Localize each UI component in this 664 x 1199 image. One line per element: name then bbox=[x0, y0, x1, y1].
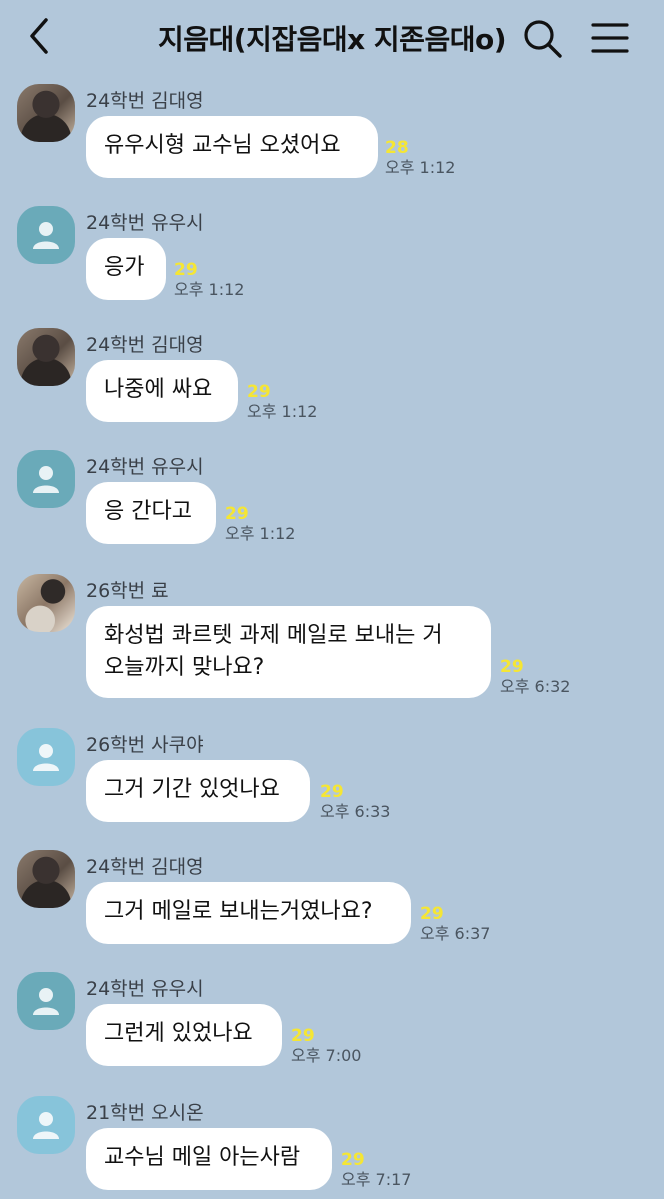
message-text: 유우시형 교수님 오셨어요 bbox=[104, 133, 341, 158]
unread-count: 29 bbox=[291, 1026, 315, 1046]
message-item: 24학번 유우시 응 간다고 29 오후 1:12 bbox=[0, 442, 664, 566]
message-meta: 29 오후 1:12 bbox=[225, 504, 295, 544]
profile-avatar[interactable] bbox=[17, 206, 75, 264]
unread-count: 29 bbox=[320, 782, 344, 802]
default-profile-icon bbox=[33, 466, 59, 493]
sender-name: 24학번 유우시 bbox=[86, 456, 204, 478]
unread-count: 29 bbox=[247, 382, 271, 402]
profile-avatar[interactable] bbox=[17, 328, 75, 386]
message-text: 교수님 메일 아는사람 bbox=[104, 1145, 301, 1170]
message-time: 오후 7:17 bbox=[341, 1170, 412, 1189]
sender-name: 26학번 사쿠야 bbox=[86, 734, 204, 756]
message-meta: 29 오후 7:00 bbox=[291, 1026, 361, 1066]
message-text: 응가 bbox=[104, 255, 145, 280]
message-item: 24학번 김대영 나중에 싸요 29 오후 1:12 bbox=[0, 320, 664, 442]
message-time: 오후 6:37 bbox=[420, 924, 491, 943]
sender-name: 24학번 유우시 bbox=[86, 978, 204, 1000]
message-bubble[interactable]: 응 간다고 bbox=[86, 482, 216, 544]
profile-avatar[interactable] bbox=[17, 574, 75, 632]
sender-name: 24학번 김대영 bbox=[86, 90, 204, 112]
sender-name: 26학번 료 bbox=[86, 580, 169, 602]
message-item: 24학번 김대영 유우시형 교수님 오셨어요 28 오후 1:12 bbox=[0, 76, 664, 198]
message-bubble[interactable]: 나중에 싸요 bbox=[86, 360, 238, 422]
message-bubble[interactable]: 유우시형 교수님 오셨어요 bbox=[86, 116, 378, 178]
message-meta: 29 오후 1:12 bbox=[247, 382, 317, 422]
unread-count: 28 bbox=[385, 138, 409, 158]
unread-count: 29 bbox=[225, 504, 249, 524]
default-profile-icon bbox=[33, 988, 59, 1015]
default-profile-icon bbox=[33, 744, 59, 771]
message-text-line: 오늘까지 맞나요? bbox=[104, 655, 265, 680]
message-bubble[interactable]: 그런게 있었나요 bbox=[86, 1004, 282, 1066]
chat-header: 지음대(지잡음대x 지존음대o) bbox=[0, 0, 664, 76]
message-meta: 29 오후 1:12 bbox=[174, 260, 244, 300]
message-time: 오후 6:33 bbox=[320, 802, 391, 821]
unread-count: 29 bbox=[420, 904, 444, 924]
menu-button[interactable] bbox=[590, 20, 630, 56]
message-item: 24학번 유우시 그런게 있었나요 29 오후 7:00 bbox=[0, 964, 664, 1088]
message-time: 오후 7:00 bbox=[291, 1046, 362, 1065]
profile-avatar[interactable] bbox=[17, 728, 75, 786]
unread-count: 29 bbox=[500, 657, 524, 677]
sender-name: 24학번 김대영 bbox=[86, 334, 204, 356]
back-button[interactable] bbox=[22, 16, 58, 56]
message-bubble[interactable]: 화성법 콰르텟 과제 메일로 보내는 거 오늘까지 맞나요? bbox=[86, 606, 491, 698]
message-bubble[interactable]: 교수님 메일 아는사람 bbox=[86, 1128, 332, 1190]
sender-name: 21학번 오시온 bbox=[86, 1102, 204, 1124]
profile-avatar[interactable] bbox=[17, 972, 75, 1030]
message-bubble[interactable]: 응가 bbox=[86, 238, 166, 300]
message-time: 오후 1:12 bbox=[174, 280, 245, 299]
message-text-line: 화성법 콰르텟 과제 메일로 보내는 거 bbox=[104, 623, 443, 648]
chevron-left-icon bbox=[30, 18, 48, 54]
default-profile-icon bbox=[33, 222, 59, 249]
message-item: 24학번 김대영 그거 메일로 보내는거였나요? 29 오후 6:37 bbox=[0, 842, 664, 964]
message-bubble[interactable]: 그거 기간 있엇나요 bbox=[86, 760, 310, 822]
hamburger-menu-icon bbox=[591, 23, 629, 53]
profile-avatar[interactable] bbox=[17, 84, 75, 142]
message-list[interactable]: 24학번 김대영 유우시형 교수님 오셨어요 28 오후 1:12 24학번 유… bbox=[0, 76, 664, 1199]
unread-count: 29 bbox=[341, 1150, 365, 1170]
message-text: 그거 메일로 보내는거였나요? bbox=[104, 899, 373, 924]
default-profile-icon bbox=[33, 1112, 59, 1139]
message-text: 나중에 싸요 bbox=[104, 377, 213, 402]
message-item: 26학번 료 화성법 콰르텟 과제 메일로 보내는 거 오늘까지 맞나요? 29… bbox=[0, 566, 664, 720]
search-button[interactable] bbox=[522, 18, 564, 60]
profile-avatar[interactable] bbox=[17, 850, 75, 908]
chat-room-title: 지음대(지잡음대x 지존음대o) bbox=[158, 23, 507, 56]
message-time: 오후 1:12 bbox=[385, 158, 456, 177]
message-text: 응 간다고 bbox=[104, 499, 192, 524]
profile-avatar[interactable] bbox=[17, 1096, 75, 1154]
unread-count: 29 bbox=[174, 260, 198, 280]
message-meta: 29 오후 6:32 bbox=[500, 657, 570, 697]
message-meta: 29 오후 6:33 bbox=[320, 782, 390, 822]
message-meta: 28 오후 1:12 bbox=[385, 138, 455, 178]
message-meta: 29 오후 6:37 bbox=[420, 904, 490, 944]
message-time: 오후 1:12 bbox=[247, 402, 318, 421]
profile-avatar[interactable] bbox=[17, 450, 75, 508]
message-item: 21학번 오시온 교수님 메일 아는사람 29 오후 7:17 bbox=[0, 1088, 664, 1199]
message-item: 26학번 사쿠야 그거 기간 있엇나요 29 오후 6:33 bbox=[0, 720, 664, 842]
message-text: 그거 기간 있엇나요 bbox=[104, 777, 280, 802]
message-time: 오후 1:12 bbox=[225, 524, 296, 543]
message-bubble[interactable]: 그거 메일로 보내는거였나요? bbox=[86, 882, 411, 944]
message-meta: 29 오후 7:17 bbox=[341, 1150, 411, 1190]
search-icon bbox=[524, 20, 562, 58]
message-item: 24학번 유우시 응가 29 오후 1:12 bbox=[0, 198, 664, 320]
sender-name: 24학번 유우시 bbox=[86, 212, 204, 234]
sender-name: 24학번 김대영 bbox=[86, 856, 204, 878]
message-text: 그런게 있었나요 bbox=[104, 1021, 253, 1046]
message-time: 오후 6:32 bbox=[500, 677, 571, 696]
